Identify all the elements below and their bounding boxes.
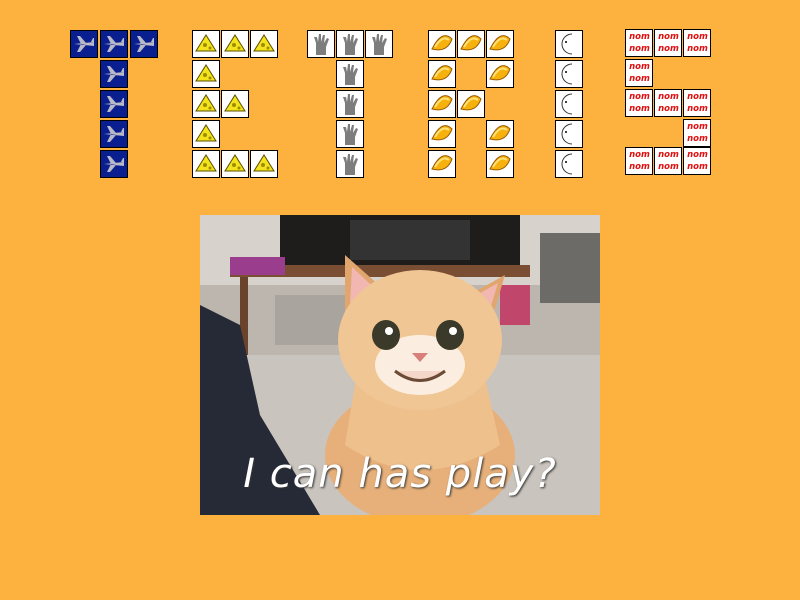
nom-text: nom	[629, 74, 650, 84]
plane-icon	[130, 30, 158, 58]
nom-text: nom	[658, 150, 679, 160]
orange-slice-icon	[428, 30, 456, 58]
moon-icon	[555, 90, 583, 118]
nom-tile: nom nom	[625, 89, 653, 117]
orange-slice-icon	[486, 30, 514, 58]
cheese-icon	[192, 60, 220, 88]
hand-icon	[365, 30, 393, 58]
moon-icon	[555, 120, 583, 148]
orange-slice-icon	[428, 60, 456, 88]
kitten-photo[interactable]: I can has play?	[200, 215, 600, 515]
cheese-icon	[221, 90, 249, 118]
orange-slice-icon	[428, 150, 456, 178]
nom-tile: nom nom	[654, 89, 682, 117]
nom-text: nom	[658, 104, 679, 114]
nom-tile: nom nom	[683, 147, 711, 175]
nom-text: nom	[687, 44, 708, 54]
photo-caption: I can has play?	[243, 451, 557, 497]
nom-text: nom	[629, 104, 650, 114]
nom-tile: nom nom	[683, 119, 711, 147]
orange-slice-icon	[428, 90, 456, 118]
plane-icon	[100, 30, 128, 58]
orange-slice-icon	[457, 90, 485, 118]
plane-icon	[100, 150, 128, 178]
hand-icon	[336, 30, 364, 58]
nom-text: nom	[629, 150, 650, 160]
nom-tile: nom nom	[683, 29, 711, 57]
nom-text: nom	[687, 150, 708, 160]
orange-slice-icon	[457, 30, 485, 58]
nom-text: nom	[687, 104, 708, 114]
moon-icon	[555, 60, 583, 88]
hand-icon	[336, 150, 364, 178]
orange-slice-icon	[486, 120, 514, 148]
hand-icon	[336, 120, 364, 148]
moon-icon	[555, 150, 583, 178]
nom-tile: nom nom	[654, 29, 682, 57]
nom-text: nom	[658, 162, 679, 172]
nom-text: nom	[629, 92, 650, 102]
cheese-icon	[250, 150, 278, 178]
cheese-icon	[221, 30, 249, 58]
plane-icon	[100, 120, 128, 148]
nom-text: nom	[687, 122, 708, 132]
hand-icon	[336, 60, 364, 88]
cheese-icon	[221, 150, 249, 178]
nom-tile: nom nom	[625, 147, 653, 175]
nom-text: nom	[629, 32, 650, 42]
nom-text: nom	[629, 62, 650, 72]
hand-icon	[336, 90, 364, 118]
cheese-icon	[192, 90, 220, 118]
nom-text: nom	[687, 162, 708, 172]
orange-slice-icon	[486, 150, 514, 178]
plane-icon	[100, 90, 128, 118]
nom-text: nom	[658, 32, 679, 42]
nom-text: nom	[687, 32, 708, 42]
plane-icon	[100, 60, 128, 88]
plane-icon	[70, 30, 98, 58]
nom-text: nom	[658, 44, 679, 54]
moon-icon	[555, 30, 583, 58]
cheese-icon	[192, 120, 220, 148]
nom-text: nom	[687, 134, 708, 144]
hand-icon	[307, 30, 335, 58]
nom-tile: nom nom	[625, 29, 653, 57]
nom-text: nom	[658, 92, 679, 102]
cheese-icon	[192, 150, 220, 178]
cheese-icon	[250, 30, 278, 58]
nom-tile: nom nom	[683, 89, 711, 117]
nom-text: nom	[687, 92, 708, 102]
orange-slice-icon	[486, 60, 514, 88]
nom-text: nom	[629, 44, 650, 54]
nom-tile: nom nom	[654, 147, 682, 175]
cheese-icon	[192, 30, 220, 58]
orange-slice-icon	[428, 120, 456, 148]
nom-text: nom	[629, 162, 650, 172]
nom-tile: nom nom	[625, 59, 653, 87]
